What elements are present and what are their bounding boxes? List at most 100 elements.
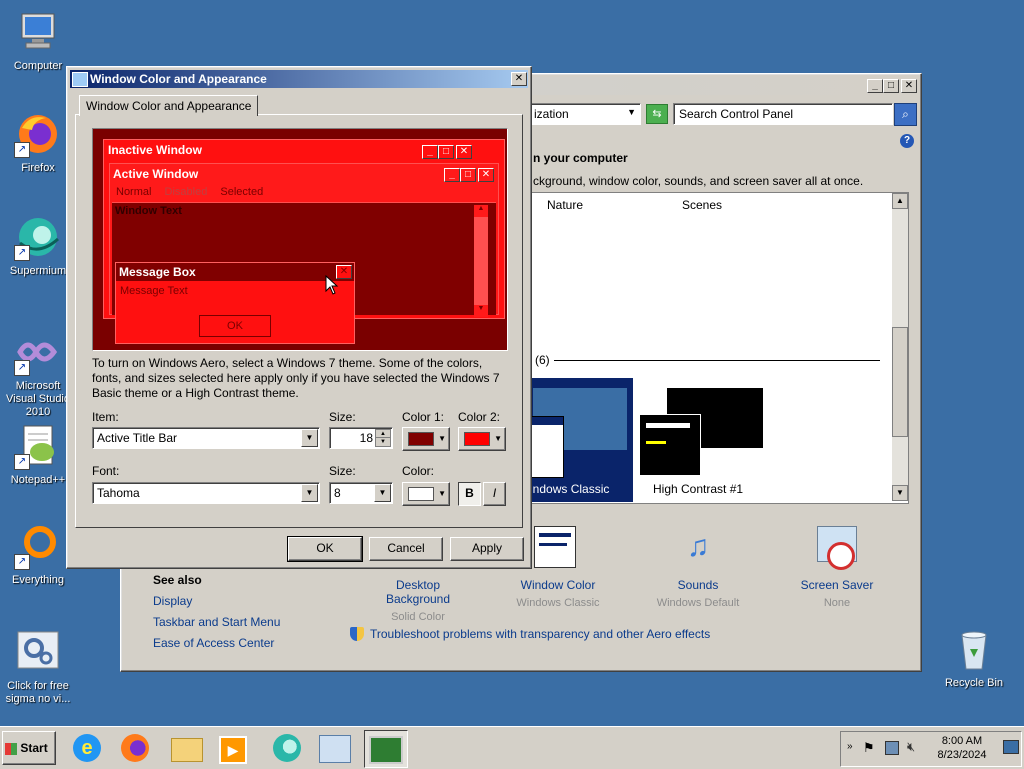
desktop-icon-firefox[interactable]: ↗ Firefox bbox=[0, 110, 76, 175]
theme-thumbnail-window bbox=[530, 416, 564, 478]
close-button[interactable]: ✕ bbox=[901, 79, 917, 93]
help-icon[interactable]: ? bbox=[900, 134, 914, 148]
start-label: Start bbox=[20, 741, 48, 755]
color1-swatch bbox=[408, 432, 434, 446]
chevron-down-icon[interactable]: ▼ bbox=[627, 107, 636, 117]
search-input[interactable]: Search Control Panel bbox=[673, 103, 893, 125]
troubleshoot-link[interactable]: Troubleshoot problems with transparency … bbox=[370, 627, 710, 641]
theme-group-scenes[interactable]: Scenes bbox=[682, 198, 722, 212]
action-center-flag-icon[interactable]: ⚑ bbox=[863, 740, 875, 756]
italic-label: I bbox=[492, 486, 497, 500]
item-size-stepper[interactable]: 18 ▲ ▼ bbox=[329, 427, 393, 449]
chevron-down-icon[interactable]: ▼ bbox=[301, 429, 318, 447]
setting-value: Solid Color bbox=[391, 611, 445, 623]
dialog-titlebar[interactable]: Window Color and Appearance bbox=[70, 70, 528, 88]
search-icon[interactable]: ⌕ bbox=[894, 103, 917, 126]
tab-window-color[interactable]: Window Color and Appearance bbox=[79, 95, 259, 116]
color2-picker[interactable]: ▼ bbox=[458, 427, 506, 451]
tray-clock[interactable]: 8:00 AM 8/23/2024 bbox=[931, 734, 993, 762]
desktop-icon-label: Supermium bbox=[9, 265, 67, 277]
chevron-down-icon: ▼ bbox=[494, 434, 502, 443]
theme-windows-classic[interactable]: indows Classic bbox=[530, 378, 633, 502]
theme-list-scrollbar[interactable]: ▲ ▼ bbox=[892, 193, 908, 501]
ok-button[interactable]: OK bbox=[287, 536, 363, 562]
show-desktop-button[interactable] bbox=[1003, 740, 1019, 754]
stepper-down-icon[interactable]: ▼ bbox=[375, 437, 391, 447]
media-player-icon: ▶ bbox=[219, 736, 247, 764]
chevron-down-icon[interactable]: ▼ bbox=[301, 484, 318, 502]
see-also-ease-of-access[interactable]: Ease of Access Center bbox=[153, 636, 274, 650]
apply-button[interactable]: Apply bbox=[450, 537, 524, 561]
computer-icon bbox=[14, 8, 62, 56]
chevron-down-icon: ▼ bbox=[438, 434, 446, 443]
shield-icon bbox=[350, 627, 364, 641]
color1-picker[interactable]: ▼ bbox=[402, 427, 450, 451]
setting-value: Windows Classic bbox=[516, 597, 600, 609]
desktop-icon-supermium[interactable]: ↗ Supermium bbox=[0, 213, 76, 278]
shortcut-arrow-icon: ↗ bbox=[14, 360, 30, 376]
preview-ok-label: OK bbox=[227, 320, 243, 332]
setting-screen-saver[interactable]: Screen Saver None bbox=[785, 522, 889, 609]
item-select[interactable]: Active Title Bar ▼ bbox=[92, 427, 320, 449]
shortcut-arrow-icon: ↗ bbox=[14, 142, 30, 158]
sounds-icon: ♫ bbox=[686, 530, 710, 563]
dialog-icon bbox=[72, 72, 88, 87]
aero-info-text: To turn on Windows Aero, select a Window… bbox=[92, 356, 500, 400]
taskbar-firefox[interactable] bbox=[114, 730, 156, 766]
ok-label: OK bbox=[316, 541, 334, 555]
setting-label: Sounds bbox=[677, 578, 719, 592]
preview-menu: Normal Disabled Selected bbox=[116, 186, 263, 198]
desktop-icon-computer[interactable]: Computer bbox=[0, 8, 76, 73]
font-select[interactable]: Tahoma ▼ bbox=[92, 482, 320, 504]
desktop-icon-recycle-bin[interactable]: Recycle Bin bbox=[936, 625, 1012, 690]
see-also-title: See also bbox=[153, 573, 202, 587]
preview-maximize-icon: □ bbox=[460, 168, 476, 182]
preview-minimize-icon: _ bbox=[422, 145, 438, 159]
theme-group-nature[interactable]: Nature bbox=[547, 198, 583, 212]
font-color-picker[interactable]: ▼ bbox=[402, 482, 450, 506]
desktop-icon-label: Computer bbox=[13, 60, 63, 72]
minimize-button[interactable]: _ bbox=[867, 79, 883, 93]
refresh-button[interactable]: ⇆ bbox=[646, 104, 668, 124]
firefox-icon bbox=[121, 734, 149, 762]
taskbar-control-panel[interactable] bbox=[314, 730, 356, 766]
desktop-icon-everything[interactable]: ↗ Everything bbox=[0, 522, 76, 587]
scroll-thumb[interactable] bbox=[892, 327, 908, 437]
scroll-up-button[interactable]: ▲ bbox=[892, 193, 908, 209]
see-also-display[interactable]: Display bbox=[153, 594, 192, 608]
italic-toggle[interactable]: I bbox=[483, 482, 506, 506]
taskbar-internet-explorer[interactable]: e bbox=[66, 730, 108, 766]
visual-studio-icon: ↗ bbox=[14, 328, 62, 376]
scroll-down-button[interactable]: ▼ bbox=[892, 485, 908, 501]
desktop-icon-label: Microsoft Visual Studio 2010 bbox=[5, 380, 70, 418]
bold-toggle[interactable]: B bbox=[458, 482, 481, 506]
taskbar-media-player[interactable]: ▶ bbox=[212, 730, 254, 766]
taskbar-supermium[interactable] bbox=[266, 730, 308, 766]
cancel-button[interactable]: Cancel bbox=[369, 537, 443, 561]
volume-muted-icon[interactable]: 🔇︎ bbox=[907, 739, 915, 755]
font-size-label: Size: bbox=[329, 464, 356, 478]
bold-label: B bbox=[465, 486, 474, 500]
taskbar-explorer[interactable] bbox=[166, 730, 208, 766]
setting-sounds[interactable]: ♫ Sounds Windows Default bbox=[646, 522, 750, 609]
basic-section-count: (6) bbox=[535, 353, 550, 367]
desktop-icon-visual-studio[interactable]: ↗ Microsoft Visual Studio 2010 bbox=[0, 328, 76, 419]
desktop-icon-label: Everything bbox=[12, 574, 64, 586]
show-hidden-icons-button[interactable]: » bbox=[847, 741, 853, 752]
chevron-down-icon[interactable]: ▼ bbox=[374, 484, 391, 502]
desktop-icon-sigma[interactable]: Click for free sigma no vi... bbox=[0, 628, 76, 706]
shortcut-arrow-icon: ↗ bbox=[14, 454, 30, 470]
preview-message-box: Message Box ✕ Message Text OK bbox=[115, 262, 355, 344]
system-tray: » ⚑ 🔇︎ 8:00 AM 8/23/2024 bbox=[840, 731, 1022, 767]
start-button[interactable]: Start bbox=[2, 731, 56, 765]
address-bar[interactable]: ization ▼ bbox=[529, 103, 641, 125]
dialog-close-button[interactable]: ✕ bbox=[511, 72, 527, 86]
theme-high-contrast-1[interactable]: High Contrast #1 bbox=[633, 378, 773, 502]
network-icon[interactable] bbox=[885, 741, 899, 755]
maximize-button[interactable]: □ bbox=[883, 79, 899, 93]
taskbar-display-settings[interactable] bbox=[364, 730, 408, 768]
font-size-select[interactable]: 8 ▼ bbox=[329, 482, 393, 504]
desktop-icon-notepadpp[interactable]: ↗ Notepad++ bbox=[0, 422, 76, 487]
desktop-icon-label: Firefox bbox=[21, 162, 55, 174]
see-also-taskbar[interactable]: Taskbar and Start Menu bbox=[153, 615, 280, 629]
